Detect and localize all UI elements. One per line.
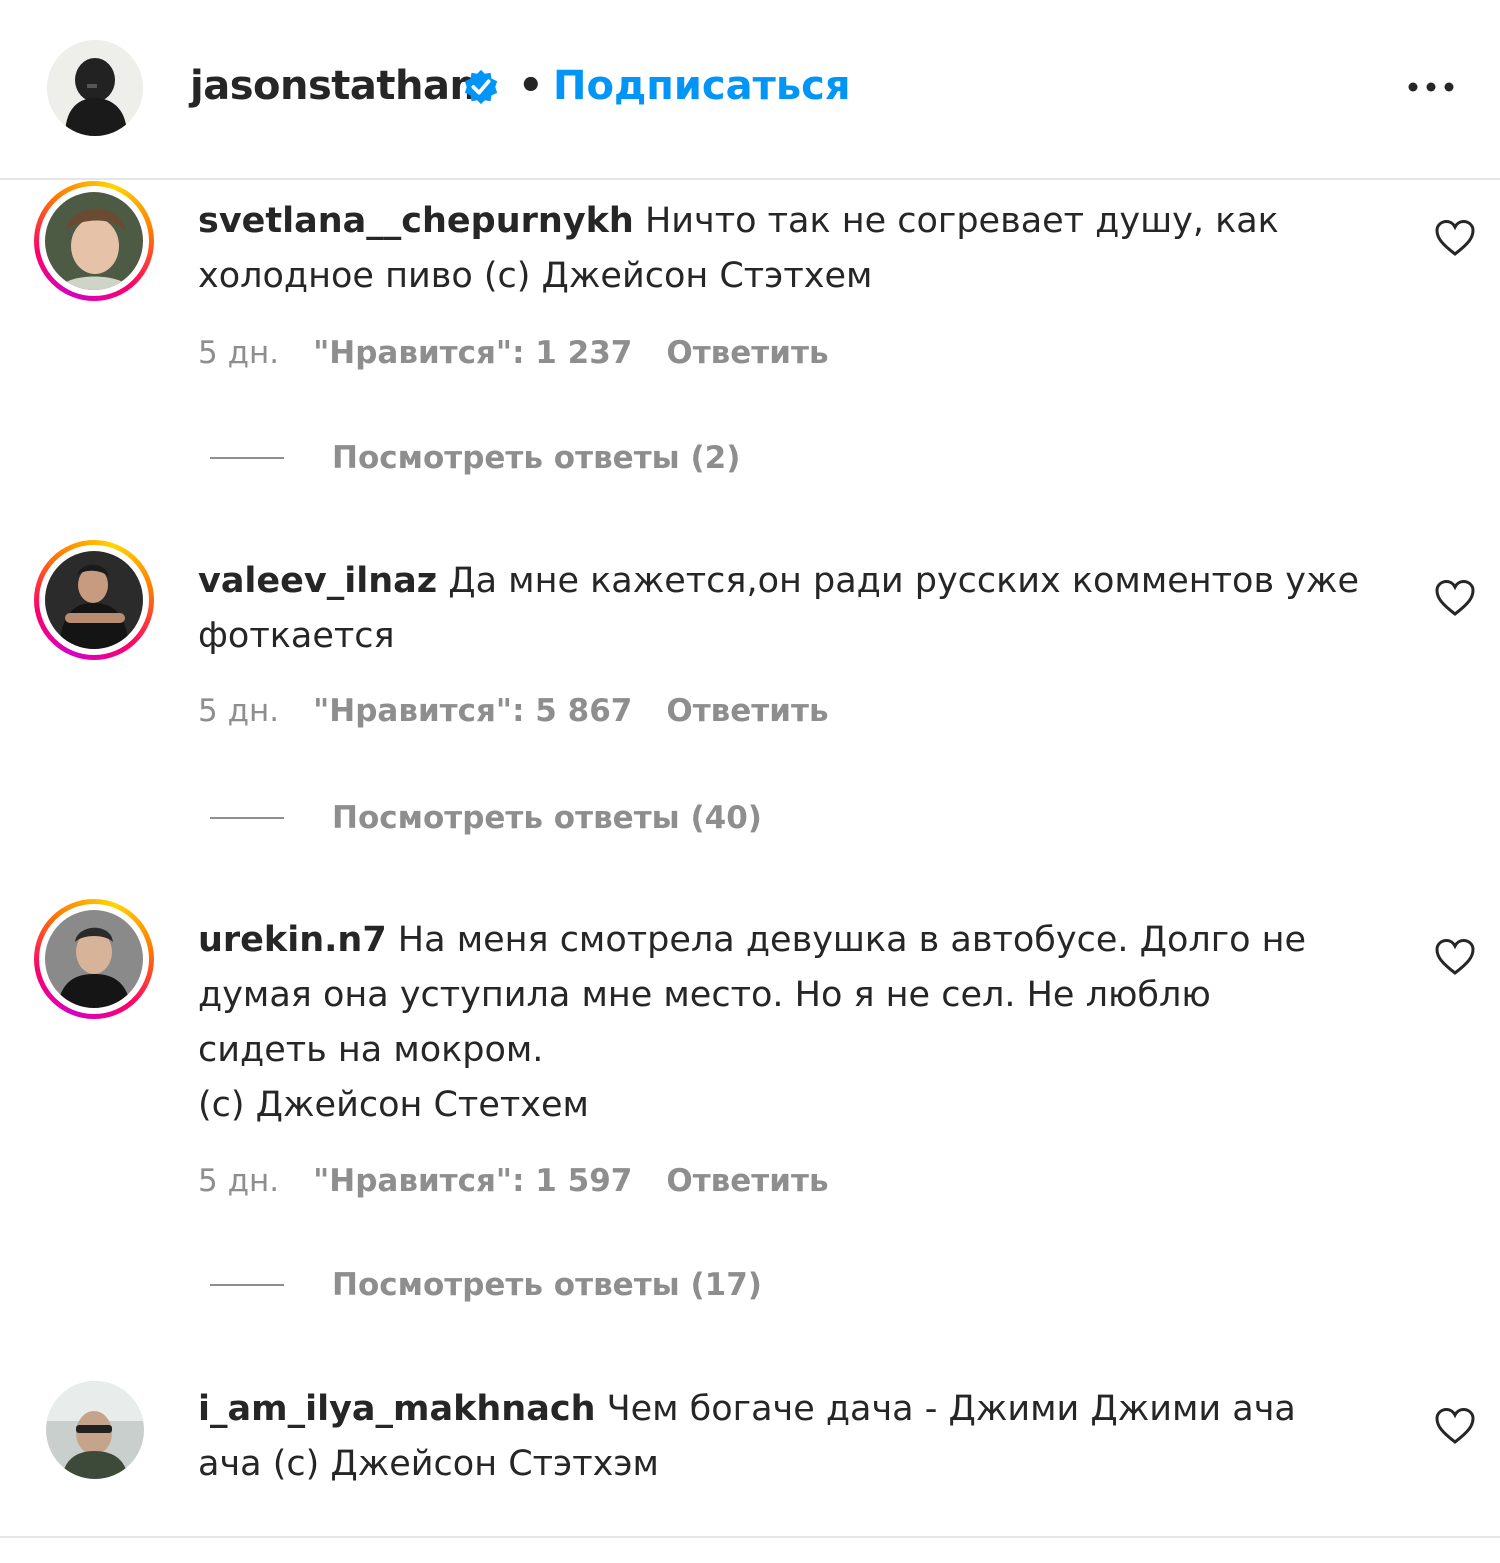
comment-body: svetlana__chepurnykh Ничто так не согрев… [198, 194, 1398, 304]
comment-meta: 5 дн. "Нравится": 5 867 Ответить [198, 691, 863, 731]
heart-icon[interactable] [1434, 937, 1476, 977]
reply-button[interactable]: Ответить [666, 1163, 828, 1199]
view-replies-label: Посмотреть ответы (40) [332, 800, 762, 836]
comment-username[interactable]: svetlana__chepurnykh [198, 201, 634, 241]
heart-icon[interactable] [1434, 578, 1476, 618]
footer-divider [0, 1536, 1500, 1538]
comment-likes[interactable]: "Нравится": 5 867 [313, 693, 632, 729]
comment-time: 5 дн. [198, 335, 280, 371]
commenter-avatar[interactable] [46, 1381, 144, 1479]
comment-meta: 5 дн. "Нравится": 1 237 Ответить [198, 333, 863, 373]
heart-icon[interactable] [1434, 218, 1476, 258]
profile-avatar[interactable] [47, 40, 143, 136]
header-username[interactable]: jasonstatham [190, 62, 491, 110]
comment-time: 5 дн. [198, 693, 280, 729]
view-replies-label: Посмотреть ответы (2) [332, 440, 741, 476]
commenter-avatar[interactable] [34, 540, 154, 660]
follow-button[interactable]: Подписаться [553, 62, 851, 110]
more-options-icon[interactable] [1404, 76, 1458, 98]
post-header: jasonstatham • Подписаться [0, 0, 1500, 178]
comment-meta: 5 дн. "Нравится": 1 597 Ответить [198, 1161, 863, 1201]
heart-icon[interactable] [1434, 1406, 1476, 1446]
comment-time: 5 дн. [198, 1163, 280, 1199]
comment-body: i_am_ilya_makhnach Чем богаче дача - Джи… [198, 1382, 1398, 1492]
replies-line [210, 457, 284, 459]
reply-button[interactable]: Ответить [666, 335, 828, 371]
comment-body: urekin.n7 На меня смотрела девушка в авт… [198, 913, 1398, 1133]
comments-page: jasonstatham • Подписаться svetlana__che… [0, 0, 1500, 1563]
replies-line [210, 817, 284, 819]
verified-badge-icon [464, 69, 498, 105]
commenter-avatar[interactable] [34, 181, 154, 301]
comment-likes[interactable]: "Нравится": 1 237 [313, 335, 632, 371]
comment-body: valeev_ilnaz Да мне кажется,он ради русс… [198, 554, 1398, 664]
commenter-avatar[interactable] [34, 899, 154, 1019]
view-replies-label: Посмотреть ответы (17) [332, 1267, 762, 1303]
comment-username[interactable]: valeev_ilnaz [198, 561, 437, 601]
replies-line [210, 1284, 284, 1286]
reply-button[interactable]: Ответить [666, 693, 828, 729]
header-divider [0, 178, 1500, 180]
comment-username[interactable]: urekin.n7 [198, 920, 387, 960]
header-separator: • [518, 63, 544, 109]
comment-likes[interactable]: "Нравится": 1 597 [313, 1163, 632, 1199]
comment-username[interactable]: i_am_ilya_makhnach [198, 1389, 596, 1429]
